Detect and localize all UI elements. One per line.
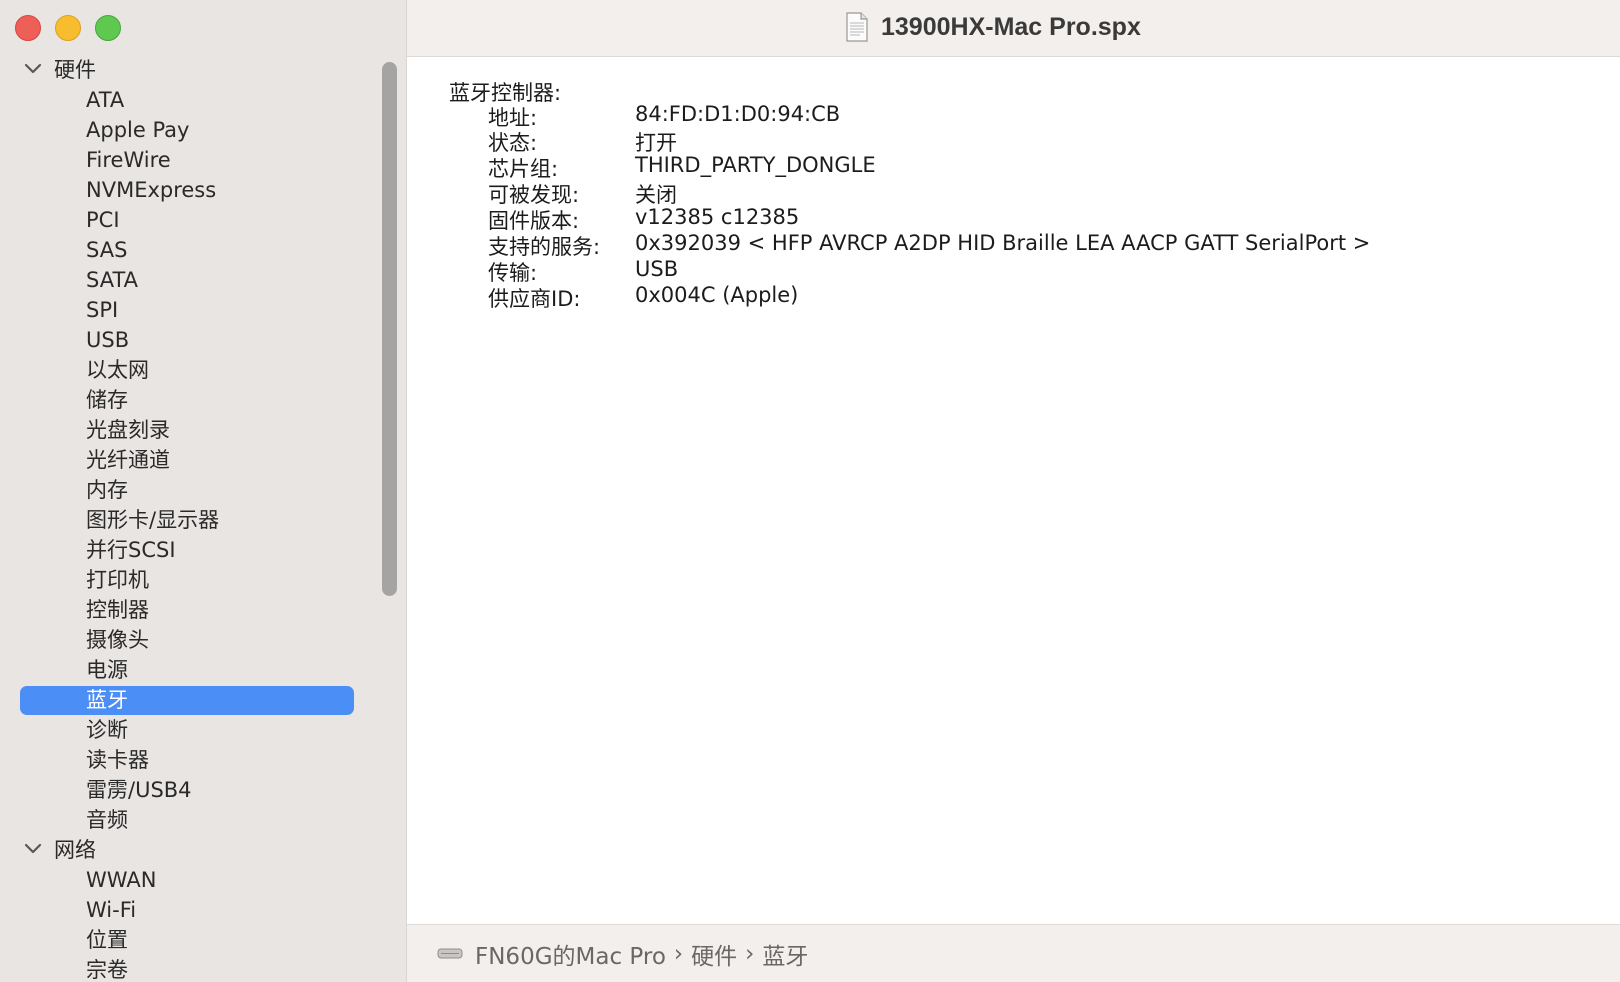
mac-pro-icon [437, 948, 463, 959]
sidebar-item-ethernet[interactable]: 以太网 [86, 355, 149, 385]
sidebar-item-graphics-displays[interactable]: 图形卡/显示器 [86, 505, 219, 535]
selection-highlight [20, 686, 354, 715]
sidebar-item-parallel-scsi[interactable]: 并行SCSI [86, 535, 176, 565]
sidebar-item-wifi[interactable]: Wi-Fi [86, 895, 136, 925]
title-bar: 13900HX-Mac Pro.spx [407, 0, 1620, 57]
sidebar-item-power[interactable]: 电源 [86, 655, 128, 685]
sidebar-item-apple-pay[interactable]: Apple Pay [86, 115, 189, 145]
sidebar-item-firewire[interactable]: FireWire [86, 145, 171, 175]
chevron-down-icon[interactable] [24, 835, 46, 865]
chevron-down-icon[interactable] [24, 55, 46, 85]
sidebar-item-sas[interactable]: SAS [86, 235, 127, 265]
sidebar-item-pci[interactable]: PCI [86, 205, 120, 235]
sidebar-item-wwan[interactable]: WWAN [86, 865, 156, 895]
sidebar-item-diagnostics[interactable]: 诊断 [86, 715, 128, 745]
detail-pane: 蓝牙控制器: 地址: 84:FD:D1:D0:94:CB 状态: 打开 芯片组:… [407, 57, 1620, 923]
sidebar-item-sata[interactable]: SATA [86, 265, 138, 295]
sidebar-item-camera[interactable]: 摄像头 [86, 625, 149, 655]
sidebar-item-spi[interactable]: SPI [86, 295, 118, 325]
breadcrumb-bluetooth[interactable]: 蓝牙 [762, 937, 808, 971]
sidebar-item-volumes[interactable]: 宗卷 [86, 955, 128, 982]
sidebar-item-card-reader[interactable]: 读卡器 [86, 745, 149, 775]
sidebar-item-locations[interactable]: 位置 [86, 925, 128, 955]
property-value-chipset: THIRD_PARTY_DONGLE [635, 153, 876, 177]
sidebar-group-hardware[interactable]: 硬件 [24, 55, 96, 85]
sidebar-group-label: 硬件 [54, 58, 96, 82]
sidebar-item-nvmexpress[interactable]: NVMExpress [86, 175, 216, 205]
breadcrumb-separator: › [673, 941, 684, 967]
property-value-firmware: v12385 c12385 [635, 205, 800, 229]
close-button[interactable] [15, 15, 41, 41]
property-value-transport: USB [635, 257, 679, 281]
sidebar-item-printers[interactable]: 打印机 [86, 565, 149, 595]
sidebar-item-usb[interactable]: USB [86, 325, 129, 355]
document-icon [846, 12, 868, 42]
sidebar-item-disc-burning[interactable]: 光盘刻录 [86, 415, 170, 445]
breadcrumb-computer[interactable]: FN60G的Mac Pro [475, 937, 666, 971]
sidebar-item-ata[interactable]: ATA [86, 85, 124, 115]
property-value-address: 84:FD:D1:D0:94:CB [635, 102, 841, 126]
breadcrumb-separator: › [745, 941, 755, 967]
zoom-button[interactable] [95, 15, 121, 41]
property-value-services: 0x392039 < HFP AVRCP A2DP HID Braille LE… [635, 231, 1371, 255]
sidebar-group-label: 网络 [54, 838, 96, 862]
system-information-window: 硬件 ATA Apple Pay FireWire NVMExpress PCI… [0, 0, 1620, 982]
sidebar-group-network[interactable]: 网络 [24, 835, 96, 865]
sidebar-item-thunderbolt-usb4[interactable]: 雷雳/USB4 [86, 775, 192, 805]
breadcrumb-hardware[interactable]: 硬件 [691, 937, 737, 971]
sidebar: 硬件 ATA Apple Pay FireWire NVMExpress PCI… [0, 0, 407, 982]
sidebar-item-controller[interactable]: 控制器 [86, 595, 149, 625]
property-label-vendor-id: 供应商ID: [488, 287, 581, 311]
sidebar-item-fibre-channel[interactable]: 光纤通道 [86, 445, 170, 475]
window-title: 13900HX-Mac Pro.spx [845, 10, 1141, 44]
sidebar-item-bluetooth[interactable]: 蓝牙 [86, 685, 128, 715]
property-value-vendor-id: 0x004C (Apple) [635, 283, 799, 307]
sidebar-scrollbar-thumb[interactable] [382, 62, 397, 596]
sidebar-item-storage[interactable]: 储存 [86, 385, 128, 415]
window-title-text: 13900HX-Mac Pro.spx [881, 12, 1141, 41]
sidebar-item-audio[interactable]: 音频 [86, 805, 128, 835]
path-bar: FN60G的Mac Pro › 硬件 › 蓝牙 [407, 924, 1620, 982]
sidebar-item-memory[interactable]: 内存 [86, 475, 128, 505]
minimize-button[interactable] [55, 15, 81, 41]
